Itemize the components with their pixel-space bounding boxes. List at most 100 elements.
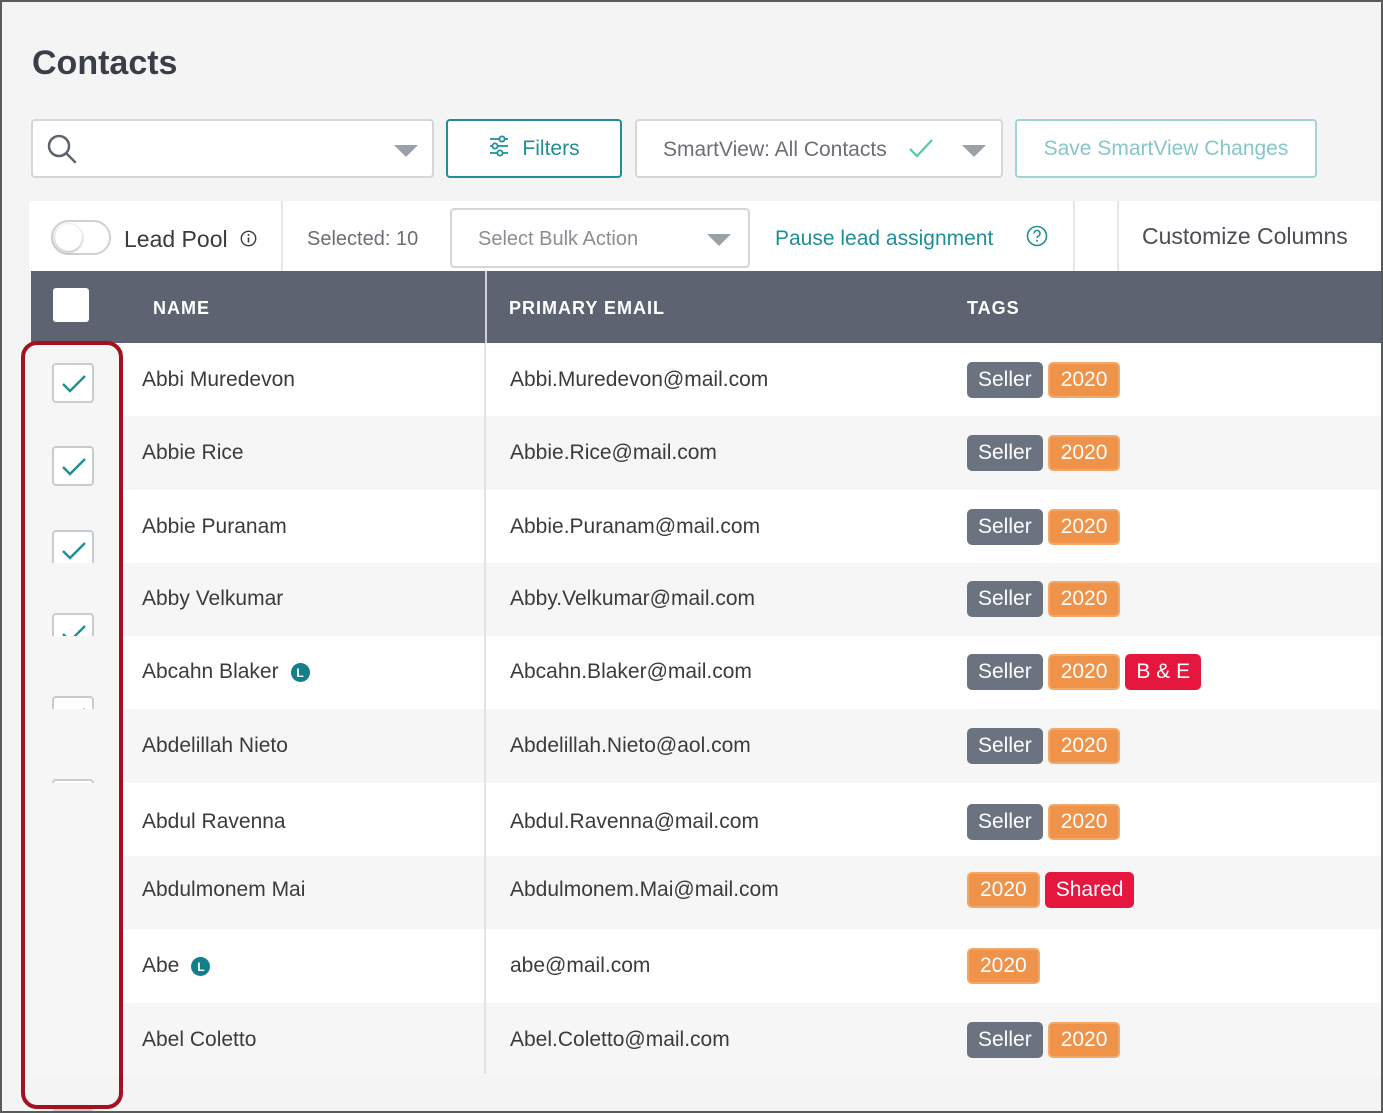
tag-badge[interactable]: Shared — [1044, 872, 1135, 909]
tag-badge[interactable]: 2020 — [1047, 728, 1121, 765]
contact-name-text: Abbi Muredevon — [142, 368, 295, 391]
contact-email[interactable]: Abdulmonem.Mai@mail.com — [510, 878, 779, 902]
tag-badge[interactable]: 2020 — [1047, 435, 1121, 472]
row-checkbox[interactable] — [52, 1108, 94, 1113]
divider — [1073, 201, 1075, 271]
bulk-action-select[interactable]: Select Bulk Action — [450, 208, 750, 268]
table-header: NAME PRIMARY EMAIL TAGS — [31, 271, 1383, 343]
contact-email[interactable]: Abdul.Ravenna@mail.com — [510, 810, 759, 834]
contact-name-text: Abe — [142, 954, 180, 978]
customize-columns-button[interactable]: Customize Columns — [1142, 223, 1348, 250]
sliders-icon — [488, 135, 510, 163]
select-all-checkbox[interactable] — [53, 288, 89, 322]
tags-cell: Seller 2020 — [967, 728, 1121, 765]
table-row[interactable]: Abdulmonem Mai Abdulmonem.Mai@mail.com 202… — [31, 856, 1383, 985]
tag-badge[interactable]: 2020 — [967, 948, 1040, 985]
column-divider — [485, 271, 487, 343]
contact-name[interactable]: Abdul Ravenna — [142, 810, 286, 834]
table-row[interactable]: Abdul Ravenna Abdul.Ravenna@mail.com Selle… — [31, 782, 1383, 903]
page-title: Contacts — [32, 44, 178, 82]
filters-button[interactable]: Filters — [446, 119, 622, 178]
tags-cell: Seller 2020 — [967, 435, 1121, 472]
tag-badge[interactable]: Seller — [967, 654, 1043, 691]
chevron-down-icon[interactable] — [394, 145, 418, 157]
column-header-tags[interactable]: TAGS — [967, 298, 1020, 319]
contact-email[interactable]: Abdelillah.Nieto@aol.com — [510, 734, 751, 758]
contact-name[interactable]: Abbi Muredevon — [142, 368, 295, 392]
tag-badge[interactable]: 2020 — [967, 872, 1040, 909]
lead-badge-icon: L — [191, 957, 211, 977]
contact-name[interactable]: Abbie Puranam — [142, 515, 287, 539]
table-row[interactable]: Abel Coletto Abel.Coletto@mail.com Seller 2… — [31, 1002, 1383, 1113]
lead-pool-label: Lead Pool — [124, 226, 228, 252]
pause-lead-assignment-link[interactable]: Pause lead assignment — [775, 227, 993, 251]
tag-badge[interactable]: Seller — [967, 803, 1043, 840]
table-row[interactable]: Abby Velkumar Abby.Velkumar@mail.com Selle… — [31, 562, 1383, 653]
table-row[interactable]: Abcahn Blaker L Abcahn.Blaker@mail.com Sell… — [31, 636, 1383, 737]
tags-cell: Seller 2020 — [967, 362, 1121, 398]
tag-badge[interactable]: 2020 — [1047, 508, 1121, 545]
divider — [1117, 201, 1119, 271]
column-header-name[interactable]: NAME — [153, 298, 210, 319]
tag-badge[interactable]: Seller — [967, 362, 1043, 398]
column-header-email[interactable]: PRIMARY EMAIL — [509, 298, 665, 319]
bulk-actions-bar: Lead Pool Selected: 10 Select Bulk Actio… — [29, 201, 1383, 271]
contact-name[interactable]: Abcahn Blaker L — [142, 660, 310, 684]
chevron-down-icon — [707, 234, 731, 246]
search-icon — [47, 134, 77, 169]
contact-name-text: Abcahn Blaker — [142, 660, 279, 684]
contact-email[interactable]: Abbie.Rice@mail.com — [510, 441, 717, 465]
tags-cell: Seller 2020 — [967, 508, 1121, 545]
search-input[interactable] — [95, 131, 395, 167]
contact-name-text: Abdul Ravenna — [142, 809, 286, 833]
contact-name-text: Abdelillah Nieto — [142, 734, 288, 758]
search-box[interactable] — [31, 119, 434, 178]
tag-badge[interactable]: 2020 — [1047, 654, 1121, 691]
contact-name[interactable]: Abdulmonem Mai — [142, 878, 305, 902]
divider — [281, 201, 283, 271]
tag-badge[interactable]: 2020 — [1047, 803, 1121, 840]
contact-name[interactable]: Abe L — [142, 954, 211, 978]
tags-cell: 2020 Shared — [967, 872, 1135, 909]
tag-badge[interactable]: Seller — [967, 580, 1043, 617]
contact-email[interactable]: Abbie.Puranam@mail.com — [510, 515, 760, 539]
contact-email[interactable]: Abcahn.Blaker@mail.com — [510, 660, 752, 684]
contact-email[interactable]: Abbi.Muredevon@mail.com — [510, 368, 768, 392]
check-icon — [907, 135, 935, 167]
contact-name[interactable]: Abel Coletto — [142, 1028, 256, 1052]
table-row[interactable]: Abbie Rice Abbie.Rice@mail.com Seller 2020 — [31, 416, 1383, 490]
contact-email[interactable]: Abel.Coletto@mail.com — [510, 1028, 730, 1052]
column-divider — [484, 343, 486, 1074]
table-row[interactable]: Abbie Puranam Abbie.Puranam@mail.com Selle… — [31, 489, 1383, 570]
tags-cell: Seller 2020 — [967, 803, 1121, 840]
contact-name[interactable]: Abby Velkumar — [142, 587, 283, 611]
tag-badge[interactable]: 2020 — [1047, 580, 1121, 617]
tag-badge[interactable]: 2020 — [1047, 362, 1121, 398]
lead-pool-toggle[interactable] — [51, 220, 111, 255]
contact-email[interactable]: Abby.Velkumar@mail.com — [510, 587, 755, 611]
contact-name[interactable]: Abdelillah Nieto — [142, 734, 288, 758]
lead-badge-icon: L — [290, 663, 310, 683]
selected-count: Selected: 10 — [307, 228, 419, 250]
tag-badge[interactable]: Seller — [967, 508, 1043, 545]
tag-badge[interactable]: Seller — [967, 1021, 1043, 1058]
tags-cell: 2020 — [967, 948, 1040, 985]
table-row[interactable]: Abbi Muredevon Abbi.Muredevon@mail.com Sel… — [31, 343, 1383, 417]
info-icon[interactable] — [240, 230, 257, 252]
contact-email[interactable]: abe@mail.com — [510, 954, 650, 978]
help-icon[interactable] — [1026, 225, 1048, 252]
tags-cell: Seller 2020 — [967, 1021, 1121, 1058]
tag-badge[interactable]: B & E — [1125, 654, 1202, 691]
tags-cell: Seller 2020 — [967, 580, 1121, 617]
table-row[interactable]: Abe Labe@mail.com 2020 — [31, 929, 1383, 1066]
save-smartview-button[interactable]: Save SmartView Changes — [1015, 119, 1317, 178]
tag-badge[interactable]: Seller — [967, 435, 1043, 472]
smartview-select[interactable]: SmartView: All Contacts — [635, 119, 1003, 178]
tag-badge[interactable]: Seller — [967, 728, 1043, 765]
table-body: Abbi Muredevon Abbi.Muredevon@mail.com Sel… — [31, 343, 1383, 1113]
tag-badge[interactable]: 2020 — [1047, 1021, 1121, 1058]
bulk-action-placeholder: Select Bulk Action — [478, 228, 639, 250]
chevron-down-icon — [962, 145, 986, 157]
table-row[interactable]: Abdelillah Nieto Abdelillah.Nieto@aol.com… — [31, 709, 1383, 820]
contact-name[interactable]: Abbie Rice — [142, 441, 244, 465]
